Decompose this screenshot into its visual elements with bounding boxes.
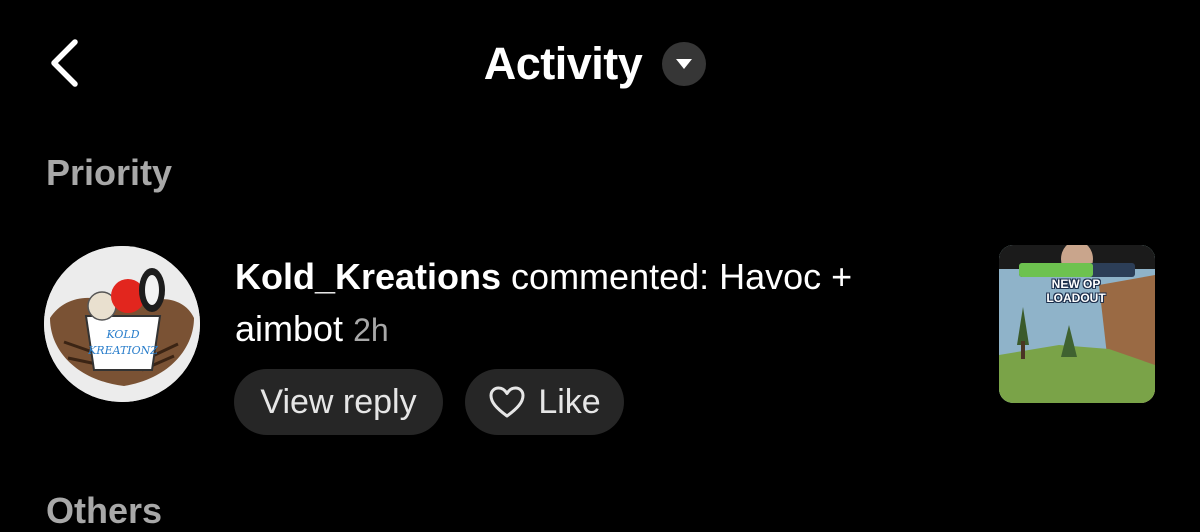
section-heading-others: Others [46,490,163,531]
avatar-text-kreationz: KREATIONZ [87,344,158,357]
thumbnail-line-2: LOADOUT [1046,291,1106,305]
activity-dropdown-button[interactable] [662,42,707,86]
post-thumbnail[interactable]: NEW OP LOADOUT [999,245,1155,403]
notification-time: 2h [353,312,389,348]
like-button[interactable]: Like [465,369,624,435]
title-group[interactable]: Activity [0,36,1200,92]
page-title: Activity [483,38,643,89]
like-label: Like [538,382,601,421]
notification-username[interactable]: Kold_Kreations [235,256,501,297]
header: Activity [0,0,1200,125]
section-heading-priority: Priority [46,152,173,193]
thumbnail-caption: NEW OP LOADOUT [1039,277,1113,305]
notification-actions: View reply Like [234,369,624,435]
thumbnail-line-1: NEW OP [1051,277,1101,291]
heart-outline-icon [489,386,525,418]
avatar-text-kold: KOLD [105,328,139,341]
caret-down-icon [676,59,693,69]
view-reply-button[interactable]: View reply [234,369,443,435]
thumbnail-image [999,245,1155,403]
view-reply-label: View reply [260,382,417,421]
avatar[interactable]: KOLD KREATIONZ [44,246,200,402]
notification-text[interactable]: Kold_Kreations commented: Havoc + aimbot… [235,251,955,356]
avatar-image: KOLD KREATIONZ [44,246,200,402]
